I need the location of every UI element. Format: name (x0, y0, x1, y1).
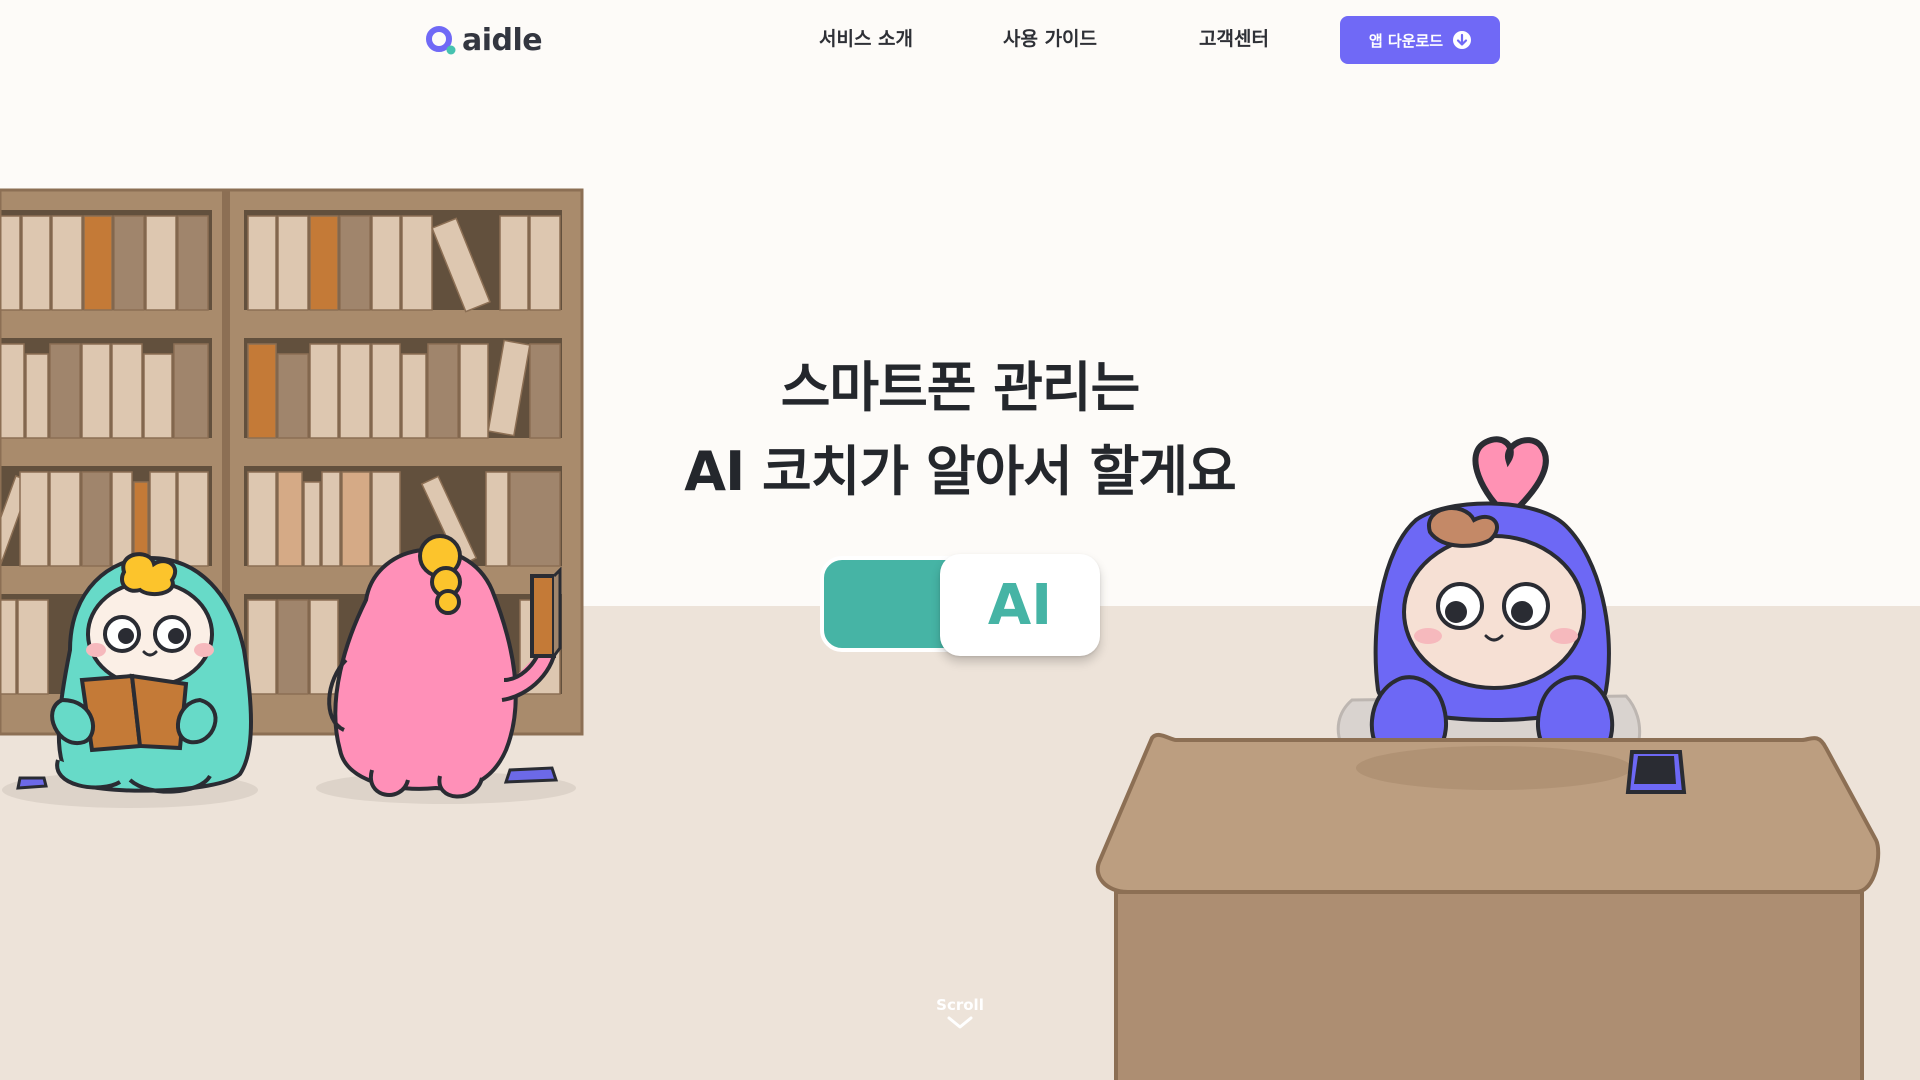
pink-character-illustration (316, 534, 576, 804)
nav-usage-guide[interactable]: 사용 가이드 (1003, 22, 1097, 56)
scroll-hint[interactable]: Scroll (920, 996, 1000, 1030)
chevron-down-icon (947, 1016, 973, 1029)
logo-mark-icon (426, 25, 456, 55)
teal-character-illustration (2, 552, 258, 808)
logo[interactable]: aidle (426, 20, 543, 60)
logo-text: aidle (462, 22, 543, 58)
ai-toggle-label: AI (987, 572, 1053, 638)
scroll-label: Scroll (936, 996, 984, 1014)
hero-title-line-1: 스마트폰 관리는 (780, 356, 1141, 419)
ai-toggle-switch[interactable]: AI (820, 554, 1100, 656)
app-download-label: 앱 다운로드 (1368, 31, 1444, 50)
arrow-down-circle-icon (1453, 31, 1472, 49)
nav-customer-center[interactable]: 고객센터 (1199, 22, 1269, 56)
desk-character-illustration (1095, 436, 1881, 1080)
nav-service-intro[interactable]: 서비스 소개 (819, 22, 913, 56)
ai-toggle-knob: AI (940, 554, 1100, 656)
app-download-button[interactable]: 앱 다운로드 (1340, 16, 1500, 64)
